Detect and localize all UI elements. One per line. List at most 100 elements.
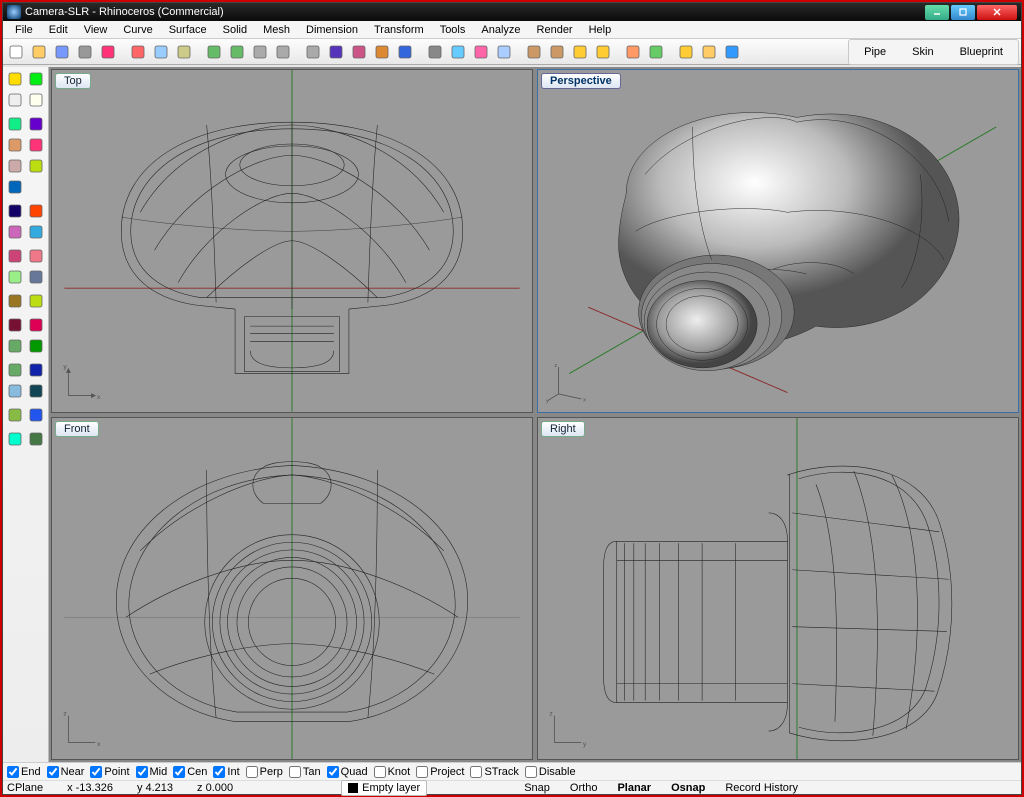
- sphere-icon[interactable]: [26, 246, 46, 266]
- viewport-perspective[interactable]: Perspective: [537, 69, 1019, 413]
- osnap-perp[interactable]: Perp: [246, 766, 283, 778]
- zoom-sel-icon[interactable]: [371, 41, 393, 63]
- trim-icon[interactable]: [26, 315, 46, 335]
- lasso-icon[interactable]: [5, 90, 25, 110]
- cut-icon[interactable]: [127, 41, 149, 63]
- osnap-mid[interactable]: Mid: [136, 766, 168, 778]
- rendered-icon[interactable]: [470, 41, 492, 63]
- copy-icon[interactable]: [150, 41, 172, 63]
- save-icon[interactable]: [51, 41, 73, 63]
- dim-icon[interactable]: [5, 405, 25, 425]
- curve-icon[interactable]: [26, 114, 46, 134]
- loft-icon[interactable]: [5, 222, 25, 242]
- osnap-point[interactable]: Point: [90, 766, 129, 778]
- menu-curve[interactable]: Curve: [115, 22, 160, 38]
- menu-edit[interactable]: Edit: [41, 22, 76, 38]
- osnap-quad[interactable]: Quad: [327, 766, 368, 778]
- show-icon[interactable]: [546, 41, 568, 63]
- lock-icon[interactable]: [569, 41, 591, 63]
- cone-icon[interactable]: [26, 267, 46, 287]
- undo-icon[interactable]: [203, 41, 225, 63]
- toggle-osnap[interactable]: Osnap: [662, 780, 714, 796]
- osnap-end-checkbox[interactable]: [7, 766, 19, 778]
- split-icon[interactable]: [5, 336, 25, 356]
- osnap-quad-checkbox[interactable]: [327, 766, 339, 778]
- osnap-cen-checkbox[interactable]: [173, 766, 185, 778]
- menu-help[interactable]: Help: [581, 22, 620, 38]
- osnap-strack-checkbox[interactable]: [470, 766, 482, 778]
- bool-icon[interactable]: [5, 315, 25, 335]
- paste-icon[interactable]: [173, 41, 195, 63]
- menu-view[interactable]: View: [76, 22, 116, 38]
- close-button[interactable]: [977, 5, 1017, 20]
- viewport-label-perspective[interactable]: Perspective: [541, 73, 621, 89]
- layer-selector[interactable]: Empty layer: [341, 780, 427, 796]
- ghosted-icon[interactable]: [493, 41, 515, 63]
- srf-icon[interactable]: [5, 201, 25, 221]
- osnap-int[interactable]: Int: [213, 766, 239, 778]
- hide-icon[interactable]: [523, 41, 545, 63]
- osnap-project-checkbox[interactable]: [416, 766, 428, 778]
- osnap-near[interactable]: Near: [47, 766, 85, 778]
- menu-transform[interactable]: Transform: [366, 22, 432, 38]
- osnap-point-checkbox[interactable]: [90, 766, 102, 778]
- wireframe-icon[interactable]: [424, 41, 446, 63]
- options-icon[interactable]: [698, 41, 720, 63]
- zoom-ext-icon[interactable]: [348, 41, 370, 63]
- minimize-button[interactable]: [925, 5, 949, 20]
- render-icon[interactable]: [675, 41, 697, 63]
- toggle-ortho[interactable]: Ortho: [561, 780, 607, 796]
- osnap-disable[interactable]: Disable: [525, 766, 576, 778]
- cyl-icon[interactable]: [5, 267, 25, 287]
- help-icon[interactable]: [721, 41, 743, 63]
- analyze-icon[interactable]: [5, 429, 25, 449]
- polygon-icon[interactable]: [5, 177, 25, 197]
- menu-mesh[interactable]: Mesh: [255, 22, 298, 38]
- osnap-knot[interactable]: Knot: [374, 766, 411, 778]
- osnap-strack[interactable]: STrack: [470, 766, 518, 778]
- viewport-front[interactable]: Front: [51, 417, 533, 761]
- menu-surface[interactable]: Surface: [161, 22, 215, 38]
- toggle-planar[interactable]: Planar: [608, 780, 660, 796]
- rot-icon[interactable]: [5, 381, 25, 401]
- tab-blueprint[interactable]: Blueprint: [947, 42, 1016, 62]
- box-icon[interactable]: [5, 246, 25, 266]
- layers-icon[interactable]: [622, 41, 644, 63]
- viewport-label-right[interactable]: Right: [541, 421, 585, 437]
- circle-icon[interactable]: [5, 156, 25, 176]
- osnap-perp-checkbox[interactable]: [246, 766, 258, 778]
- osnap-cen[interactable]: Cen: [173, 766, 207, 778]
- arc-icon[interactable]: [26, 135, 46, 155]
- menu-file[interactable]: File: [7, 22, 41, 38]
- osnap-end[interactable]: End: [7, 766, 41, 778]
- osnap-project[interactable]: Project: [416, 766, 464, 778]
- viewport-label-top[interactable]: Top: [55, 73, 91, 89]
- osnap-tan-checkbox[interactable]: [289, 766, 301, 778]
- viewport-top[interactable]: Top: [51, 69, 533, 413]
- print-icon[interactable]: [74, 41, 96, 63]
- viewport-right[interactable]: Right: [537, 417, 1019, 761]
- menu-analyze[interactable]: Analyze: [473, 22, 528, 38]
- maximize-button[interactable]: [951, 5, 975, 20]
- pointer-icon[interactable]: [5, 69, 25, 89]
- osnap-int-checkbox[interactable]: [213, 766, 225, 778]
- status-cplane[interactable]: CPlane: [7, 782, 43, 794]
- tab-pipe[interactable]: Pipe: [851, 42, 899, 62]
- zoom-icon[interactable]: [302, 41, 324, 63]
- tab-skin[interactable]: Skin: [899, 42, 946, 62]
- properties-icon[interactable]: [645, 41, 667, 63]
- point-icon[interactable]: [5, 114, 25, 134]
- scale-icon[interactable]: [26, 381, 46, 401]
- osnap-knot-checkbox[interactable]: [374, 766, 386, 778]
- zoom-all-icon[interactable]: [394, 41, 416, 63]
- osnap-near-checkbox[interactable]: [47, 766, 59, 778]
- zoom-win-icon[interactable]: [325, 41, 347, 63]
- new-icon[interactable]: [5, 41, 27, 63]
- pan-icon[interactable]: [249, 41, 271, 63]
- sweep-icon[interactable]: [26, 222, 46, 242]
- mesh-icon[interactable]: [5, 291, 25, 311]
- menu-tools[interactable]: Tools: [432, 22, 474, 38]
- osnap-mid-checkbox[interactable]: [136, 766, 148, 778]
- line-icon[interactable]: [5, 135, 25, 155]
- move-icon[interactable]: [26, 360, 46, 380]
